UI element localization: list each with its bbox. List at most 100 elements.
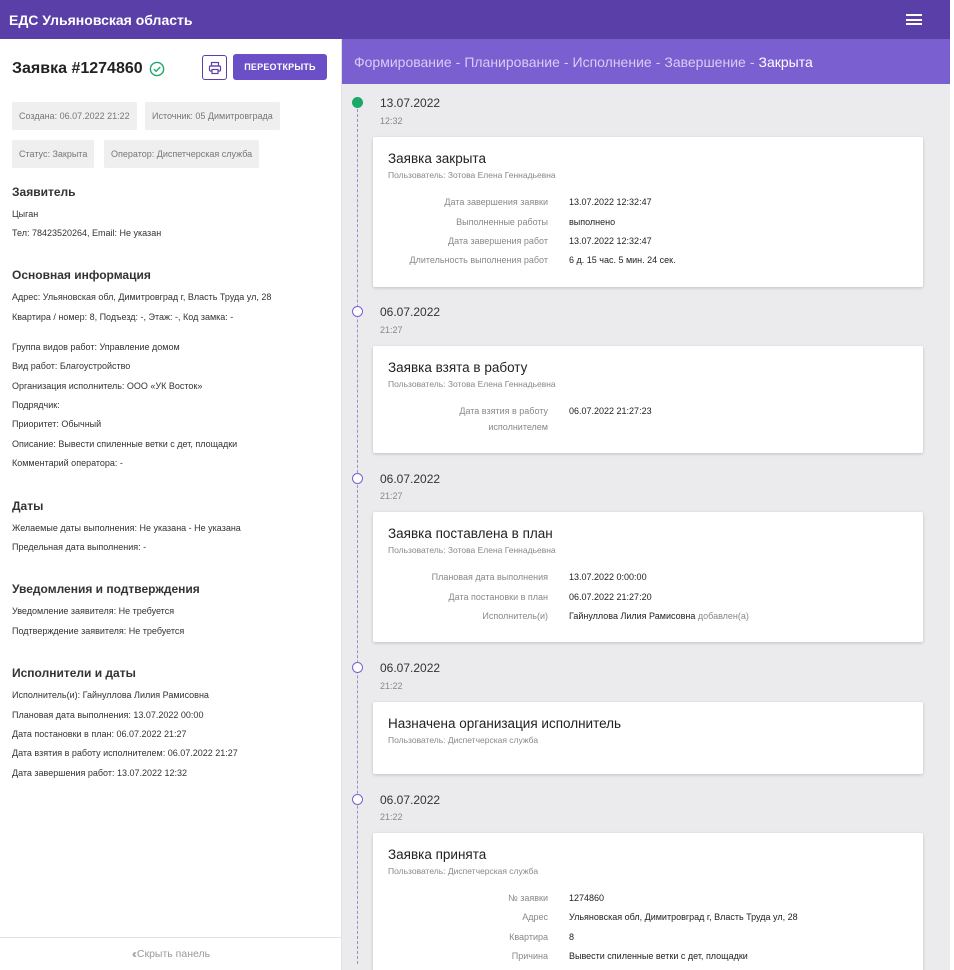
- field-value: Вывести спиленные ветки с дет, площадки: [569, 951, 748, 961]
- field-label: Причина: [511, 951, 548, 961]
- event-user: Пользователь: Диспетчерская служба: [388, 866, 539, 876]
- field-label: Адрес: [522, 912, 548, 922]
- timeline-dot-done: [352, 97, 363, 108]
- event-user: Пользователь: Зотова Елена Геннадьевна: [388, 379, 556, 389]
- app-title: ЕДС Ульяновская область: [9, 11, 193, 28]
- event-card: Заявка принята Пользователь: Диспетчерск…: [373, 833, 923, 970]
- created-badge: Создана: 06.07.2022 21:22: [12, 102, 137, 130]
- request-header: Заявка #1274860: [12, 60, 165, 78]
- field-value: Ульяновская обл, Димитровград г, Власть …: [569, 912, 798, 922]
- field-value: 8: [569, 932, 575, 942]
- field-label: Выполненные работы: [456, 217, 548, 227]
- desired-dates-line: Желаемые даты выполнения: Не указана - Н…: [12, 523, 241, 533]
- hamburger-menu-icon[interactable]: [906, 14, 922, 25]
- field-label: Дата завершения работ: [448, 236, 548, 246]
- event-user: Пользователь: Зотова Елена Геннадьевна: [388, 170, 556, 180]
- executor-suffix: добавлен(а): [697, 611, 749, 621]
- event-title: Заявка взята в работу: [388, 360, 528, 375]
- event-title: Заявка принята: [388, 847, 487, 862]
- executor-line: Исполнитель(и): Гайнуллова Лилия Рамисов…: [12, 690, 209, 700]
- check-circle-icon: [149, 61, 164, 77]
- history-panel: Формирование - Планирование - Исполнение…: [342, 39, 950, 970]
- event-card: Заявка поставлена в план Пользователь: З…: [373, 512, 923, 642]
- dates-heading: Даты: [12, 499, 44, 513]
- field-label: № заявки: [508, 893, 548, 903]
- address-line: Адрес: Ульяновская обл, Димитровград г, …: [12, 292, 272, 302]
- event-title: Назначена организация исполнитель: [388, 716, 622, 731]
- comment-line: Комментарий оператора: -: [12, 458, 123, 468]
- stage-item: Планирование: [464, 53, 560, 70]
- collapse-panel-button[interactable]: ‹‹ Скрыть панель: [0, 937, 342, 970]
- event-user: Пользователь: Диспетчерская служба: [388, 735, 539, 745]
- description-line: Описание: Вывести спиленные ветки с дет,…: [12, 439, 238, 449]
- event-user: Пользователь: Зотова Елена Геннадьевна: [388, 545, 556, 555]
- stage-item: Формирование: [354, 53, 452, 70]
- status-badge: Статус: Закрыта: [12, 140, 95, 168]
- collapse-panel-label: Скрыть панель: [136, 948, 211, 960]
- stage-item: Завершение: [664, 53, 746, 70]
- event-time: 12:32: [380, 116, 403, 126]
- event-title: Заявка поставлена в план: [388, 526, 553, 541]
- priority-line: Приоритет: Обычный: [12, 419, 102, 429]
- event-time: 21:27: [380, 491, 403, 501]
- taken-line: Дата взятия в работу исполнителем: 06.07…: [12, 748, 238, 758]
- apartment-line: Квартира / номер: 8, Подъезд: -, Этаж: -…: [12, 312, 234, 322]
- event-date: 06.07.2022: [380, 472, 441, 486]
- field-label: Квартира: [509, 932, 548, 942]
- event-date: 06.07.2022: [380, 793, 441, 807]
- request-title: Заявка #1274860: [12, 60, 143, 77]
- field-value: 13.07.2022 0:00:00: [569, 572, 647, 582]
- field-label: Исполнитель(и): [482, 611, 548, 621]
- window-edge: [950, 0, 954, 970]
- field-value: 06.07.2022 21:27:23: [569, 406, 652, 416]
- event-time: 21:22: [380, 812, 403, 822]
- finished-line: Дата завершения работ: 13.07.2022 12:32: [12, 768, 188, 778]
- notify-line: Уведомление заявителя: Не требуется: [12, 606, 175, 616]
- stage-current: Закрыта: [758, 53, 813, 70]
- applicant-name: Цыган: [12, 209, 39, 219]
- applicant-heading: Заявитель: [12, 185, 76, 199]
- timeline-line: [357, 104, 358, 964]
- field-label: Плановая дата выполнения: [431, 572, 548, 582]
- event-card: Заявка закрыта Пользователь: Зотова Елен…: [373, 137, 923, 287]
- event-date: 13.07.2022: [380, 96, 441, 110]
- org-line: Организация исполнитель: ООО «УК Восток»: [12, 381, 203, 391]
- timeline-dot: [352, 662, 363, 673]
- work-type-line: Вид работ: Благоустройство: [12, 361, 131, 371]
- executors-heading: Исполнители и даты: [12, 666, 136, 680]
- event-time: 21:22: [380, 681, 403, 691]
- field-value: 13.07.2022 12:32:47: [569, 197, 652, 207]
- field-value: 6 д. 15 час. 5 мин. 24 сек.: [569, 255, 676, 265]
- field-label: Дата завершения заявки: [444, 197, 548, 207]
- planned-set-line: Дата постановки в план: 06.07.2022 21:27: [12, 729, 187, 739]
- contractor-line: Подрядчик:: [12, 400, 60, 410]
- applicant-contacts: Тел: 78423520264, Email: Не указан: [12, 228, 162, 238]
- executor-name: Гайнуллова Лилия Рамисовна: [569, 611, 696, 621]
- confirm-line: Подтверждение заявителя: Не требуется: [12, 626, 185, 636]
- stage-separator: -: [563, 53, 569, 70]
- operator-badge: Оператор: Диспетчерская служба: [104, 140, 260, 168]
- app-header: ЕДС Ульяновская область: [0, 0, 950, 39]
- timeline-dot: [352, 794, 363, 805]
- stage-item: Исполнение: [572, 53, 652, 70]
- notifications-heading: Уведомления и подтверждения: [12, 582, 200, 596]
- field-label: Дата взятия в работу: [459, 406, 548, 416]
- timeline-dot: [352, 473, 363, 484]
- reopen-button[interactable]: ПЕРЕОТКРЫТЬ: [233, 54, 327, 80]
- event-date: 06.07.2022: [380, 305, 441, 319]
- stage-breadcrumb: Формирование - Планирование - Исполнение…: [342, 39, 950, 84]
- stage-separator: -: [455, 53, 461, 70]
- request-details-panel: Заявка #1274860 ПЕРЕОТКРЫТЬ Создана: 06.…: [0, 39, 342, 970]
- timeline-dot: [352, 306, 363, 317]
- field-value: 13.07.2022 12:32:47: [569, 236, 652, 246]
- field-label: Дата постановки в план: [448, 592, 548, 602]
- event-date: 06.07.2022: [380, 661, 441, 675]
- event-card: Назначена организация исполнитель Пользо…: [373, 702, 923, 774]
- field-label: исполнителем: [488, 422, 548, 432]
- print-button[interactable]: [202, 55, 227, 80]
- double-chevron-left-icon: ‹‹: [131, 947, 137, 961]
- stage-separator: -: [655, 53, 661, 70]
- field-label: Длительность выполнения работ: [409, 255, 548, 265]
- work-group-line: Группа видов работ: Управление домом: [12, 342, 180, 352]
- field-value: 1274860: [569, 893, 605, 903]
